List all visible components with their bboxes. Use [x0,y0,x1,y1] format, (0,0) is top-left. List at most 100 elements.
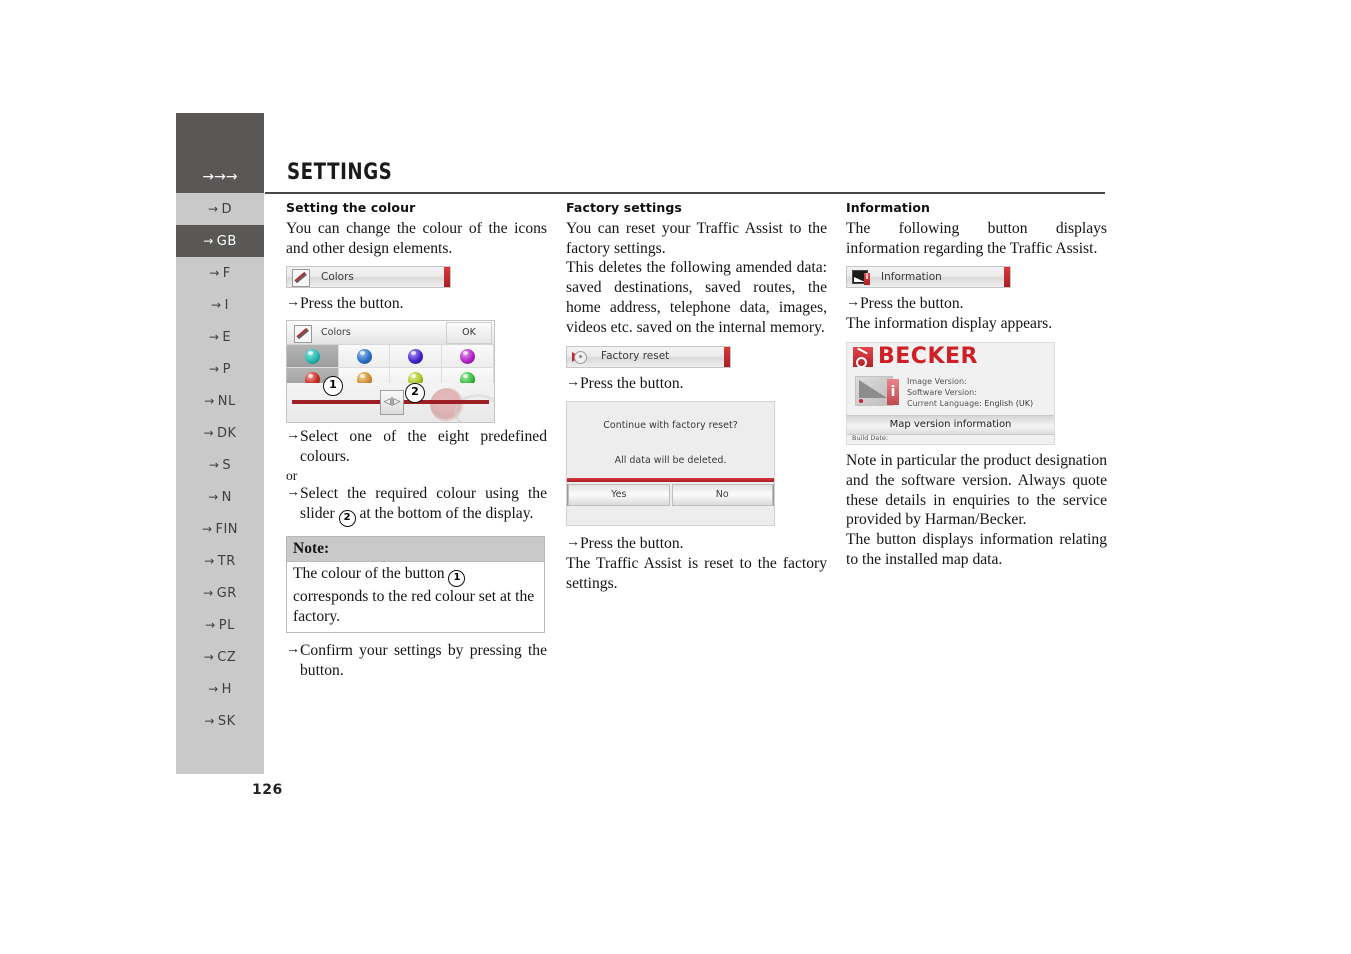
sidebar-item-e[interactable]: → E [176,321,264,353]
sidebar-item-d[interactable]: → D [176,193,264,225]
confirm-warning: All data will be deleted. [614,454,727,466]
sidebar-item-s[interactable]: → S [176,449,264,481]
sidebar-item-label: F [222,266,231,281]
current-language-value: English (UK) [984,399,1034,409]
yes-button[interactable]: Yes [568,484,670,507]
arrow-icon: → [203,586,214,600]
note-text-a: The colour of the button [293,565,449,583]
sidebar-item-cz[interactable]: → CZ [176,641,264,673]
step-text: Press the button. [300,295,404,313]
step-text: Select one of the eight predefined colou… [300,428,547,466]
software-version-label: Software Version: [907,388,977,398]
inline-callout-1: 1 [448,570,466,588]
device-button-colors[interactable]: Colors [286,266,451,289]
device-button-information[interactable]: Information [846,266,1011,289]
arrow-icon: → [286,295,300,311]
sidebar-item-f[interactable]: → F [176,257,264,289]
sidebar-item-n[interactable]: → N [176,481,264,513]
section-heading-setting-the-colour: Setting the colour [286,200,416,215]
colour-ball [304,348,320,364]
sidebar-item-label: PL [218,618,235,633]
note-text-b: corresponds to the red colour set at the… [293,588,535,626]
sidebar-item-h[interactable]: → H [176,673,264,705]
step-select-predefined: → Select one of the eight predefined col… [286,427,547,467]
step-text: Press the button. [860,295,964,313]
step-press-yes: → Press the button. [566,534,827,554]
arrow-icon: → [846,295,860,311]
column-setting-the-colour: Setting the colour You can change the co… [286,200,547,680]
arrow-icon: → [203,234,214,248]
colors-dialog-titlebar: Colors OK [287,321,494,346]
sidebar-item-label: S [222,458,232,473]
sidebar-item-p[interactable]: → P [176,353,264,385]
device-button-information-label: Information [881,270,942,283]
colour-ball [459,348,475,364]
arrow-icon: → [286,641,300,657]
sidebar-item-dk[interactable]: → DK [176,417,264,449]
sidebar-item-i[interactable]: → I [176,289,264,321]
sidebar-item-label: DK [217,426,237,441]
current-language-row: Current Language: English (UK) [907,398,1033,409]
sidebar-item-label: P [222,362,231,377]
step-confirm-settings: → Confirm your settings by pressing the … [286,641,547,681]
sidebar-item-fin[interactable]: → FIN [176,513,264,545]
screenshot-information-display: BECKER Image Version: Software Version: … [846,342,1055,446]
info-i-icon [887,379,899,406]
sidebar-item-pl[interactable]: → PL [176,609,264,641]
note-title: Note: [287,536,544,563]
paragraph-colour-intro: You can change the colour of the icons a… [286,219,547,257]
information-icon [849,267,871,287]
device-button-factory-reset[interactable]: Factory reset [566,345,731,368]
arrow-icon: → [201,522,213,536]
sidebar-chapter-arrows: →→→ [176,113,264,193]
column-information: Information The following button display… [846,200,1107,570]
sidebar-item-sk[interactable]: → SK [176,705,264,737]
pen-icon [291,324,313,343]
map-version-information-button[interactable]: Map version information [847,415,1054,436]
sidebar-item-gb[interactable]: → GB [176,225,264,257]
arrow-icon: → [207,202,219,216]
build-date-label: Build Date: [852,433,889,442]
sidebar-item-label: CZ [217,650,237,665]
step-select-with-slider: → Select the required colour using the s… [286,484,547,527]
arrow-icon: → [208,490,219,504]
screenshot-factory-reset-confirm: Continue with factory reset? All data wi… [566,401,775,527]
page-number: 126 [252,782,283,798]
swatch-teal[interactable] [287,345,339,369]
colour-ball [408,348,424,364]
step-press-information: → Press the button. [846,294,1107,314]
screenshot-colors-dialog: Colors OK ◁|▷ 1 2 [286,320,495,424]
swatch-magenta[interactable] [442,345,494,369]
arrow-icon: → [566,374,580,390]
colour-slider[interactable]: ◁|▷ [287,383,494,423]
step-text: Press the button. [580,374,684,392]
paragraph-factory-deletes: This deletes the following amended data:… [566,259,827,336]
paragraph-information-intro: The following button displays informatio… [846,219,1107,257]
sidebar-item-label: TR [217,554,236,569]
sidebar-item-tr[interactable]: → TR [176,545,264,577]
sidebar-item-nl[interactable]: → NL [176,385,264,417]
arrow-icon: → [208,682,219,696]
arrow-icon: → [208,330,220,344]
step-press-factory-reset: → Press the button. [566,374,827,394]
colour-ball [356,348,372,364]
swatch-blue[interactable] [338,345,391,369]
pen-icon [289,267,311,288]
red-cap [724,346,730,367]
arrow-icon: → [286,428,300,444]
sidebar-item-label: NL [217,394,236,409]
arrow-icon: → [209,266,220,280]
colour-slider-knob[interactable]: ◁|▷ [380,390,404,416]
no-button[interactable]: No [671,484,773,507]
swatch-indigo[interactable] [390,345,443,369]
paragraph-factory-intro: You can reset your Traffic Assist to the… [566,219,827,257]
note-body: The colour of the button 1 corresponds t… [287,562,544,631]
sidebar-item-label: GB [216,234,237,249]
factory-reset-icon [569,347,591,367]
step-press-colors-button: → Press the button. [286,294,547,314]
section-heading-factory-settings: Factory settings [566,200,682,215]
column-factory-settings: Factory settings You can reset your Traf… [566,200,827,594]
sidebar-item-gr[interactable]: → GR [176,577,264,609]
ok-button[interactable]: OK [446,322,492,345]
red-cap [1004,267,1010,288]
